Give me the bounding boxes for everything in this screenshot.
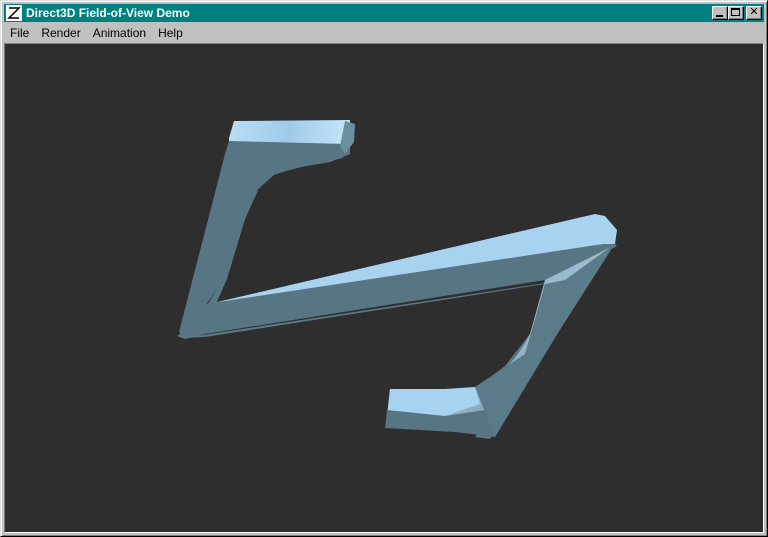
menu-file[interactable]: File	[4, 26, 35, 40]
maximize-icon	[731, 8, 740, 16]
rendered-3d-object	[177, 120, 617, 439]
close-button[interactable]: ✕	[746, 5, 762, 20]
menu-animation[interactable]: Animation	[87, 26, 152, 40]
minimize-icon	[716, 15, 723, 17]
maximize-button[interactable]	[728, 6, 744, 20]
render-viewport[interactable]	[4, 43, 764, 533]
menu-help[interactable]: Help	[152, 26, 189, 40]
window-title: Direct3D Field-of-View Demo	[26, 6, 190, 20]
menu-render[interactable]: Render	[35, 26, 86, 40]
window-controls: ✕	[712, 5, 762, 20]
app-window: Direct3D Field-of-View Demo ✕ File Rende…	[0, 0, 768, 537]
menu-bar: File Render Animation Help	[4, 23, 764, 42]
shape-top-cap	[229, 120, 350, 144]
title-bar[interactable]: Direct3D Field-of-View Demo ✕	[4, 4, 764, 22]
minimize-button[interactable]	[712, 6, 728, 20]
close-icon: ✕	[749, 5, 759, 18]
app-logo-icon[interactable]	[6, 5, 22, 21]
